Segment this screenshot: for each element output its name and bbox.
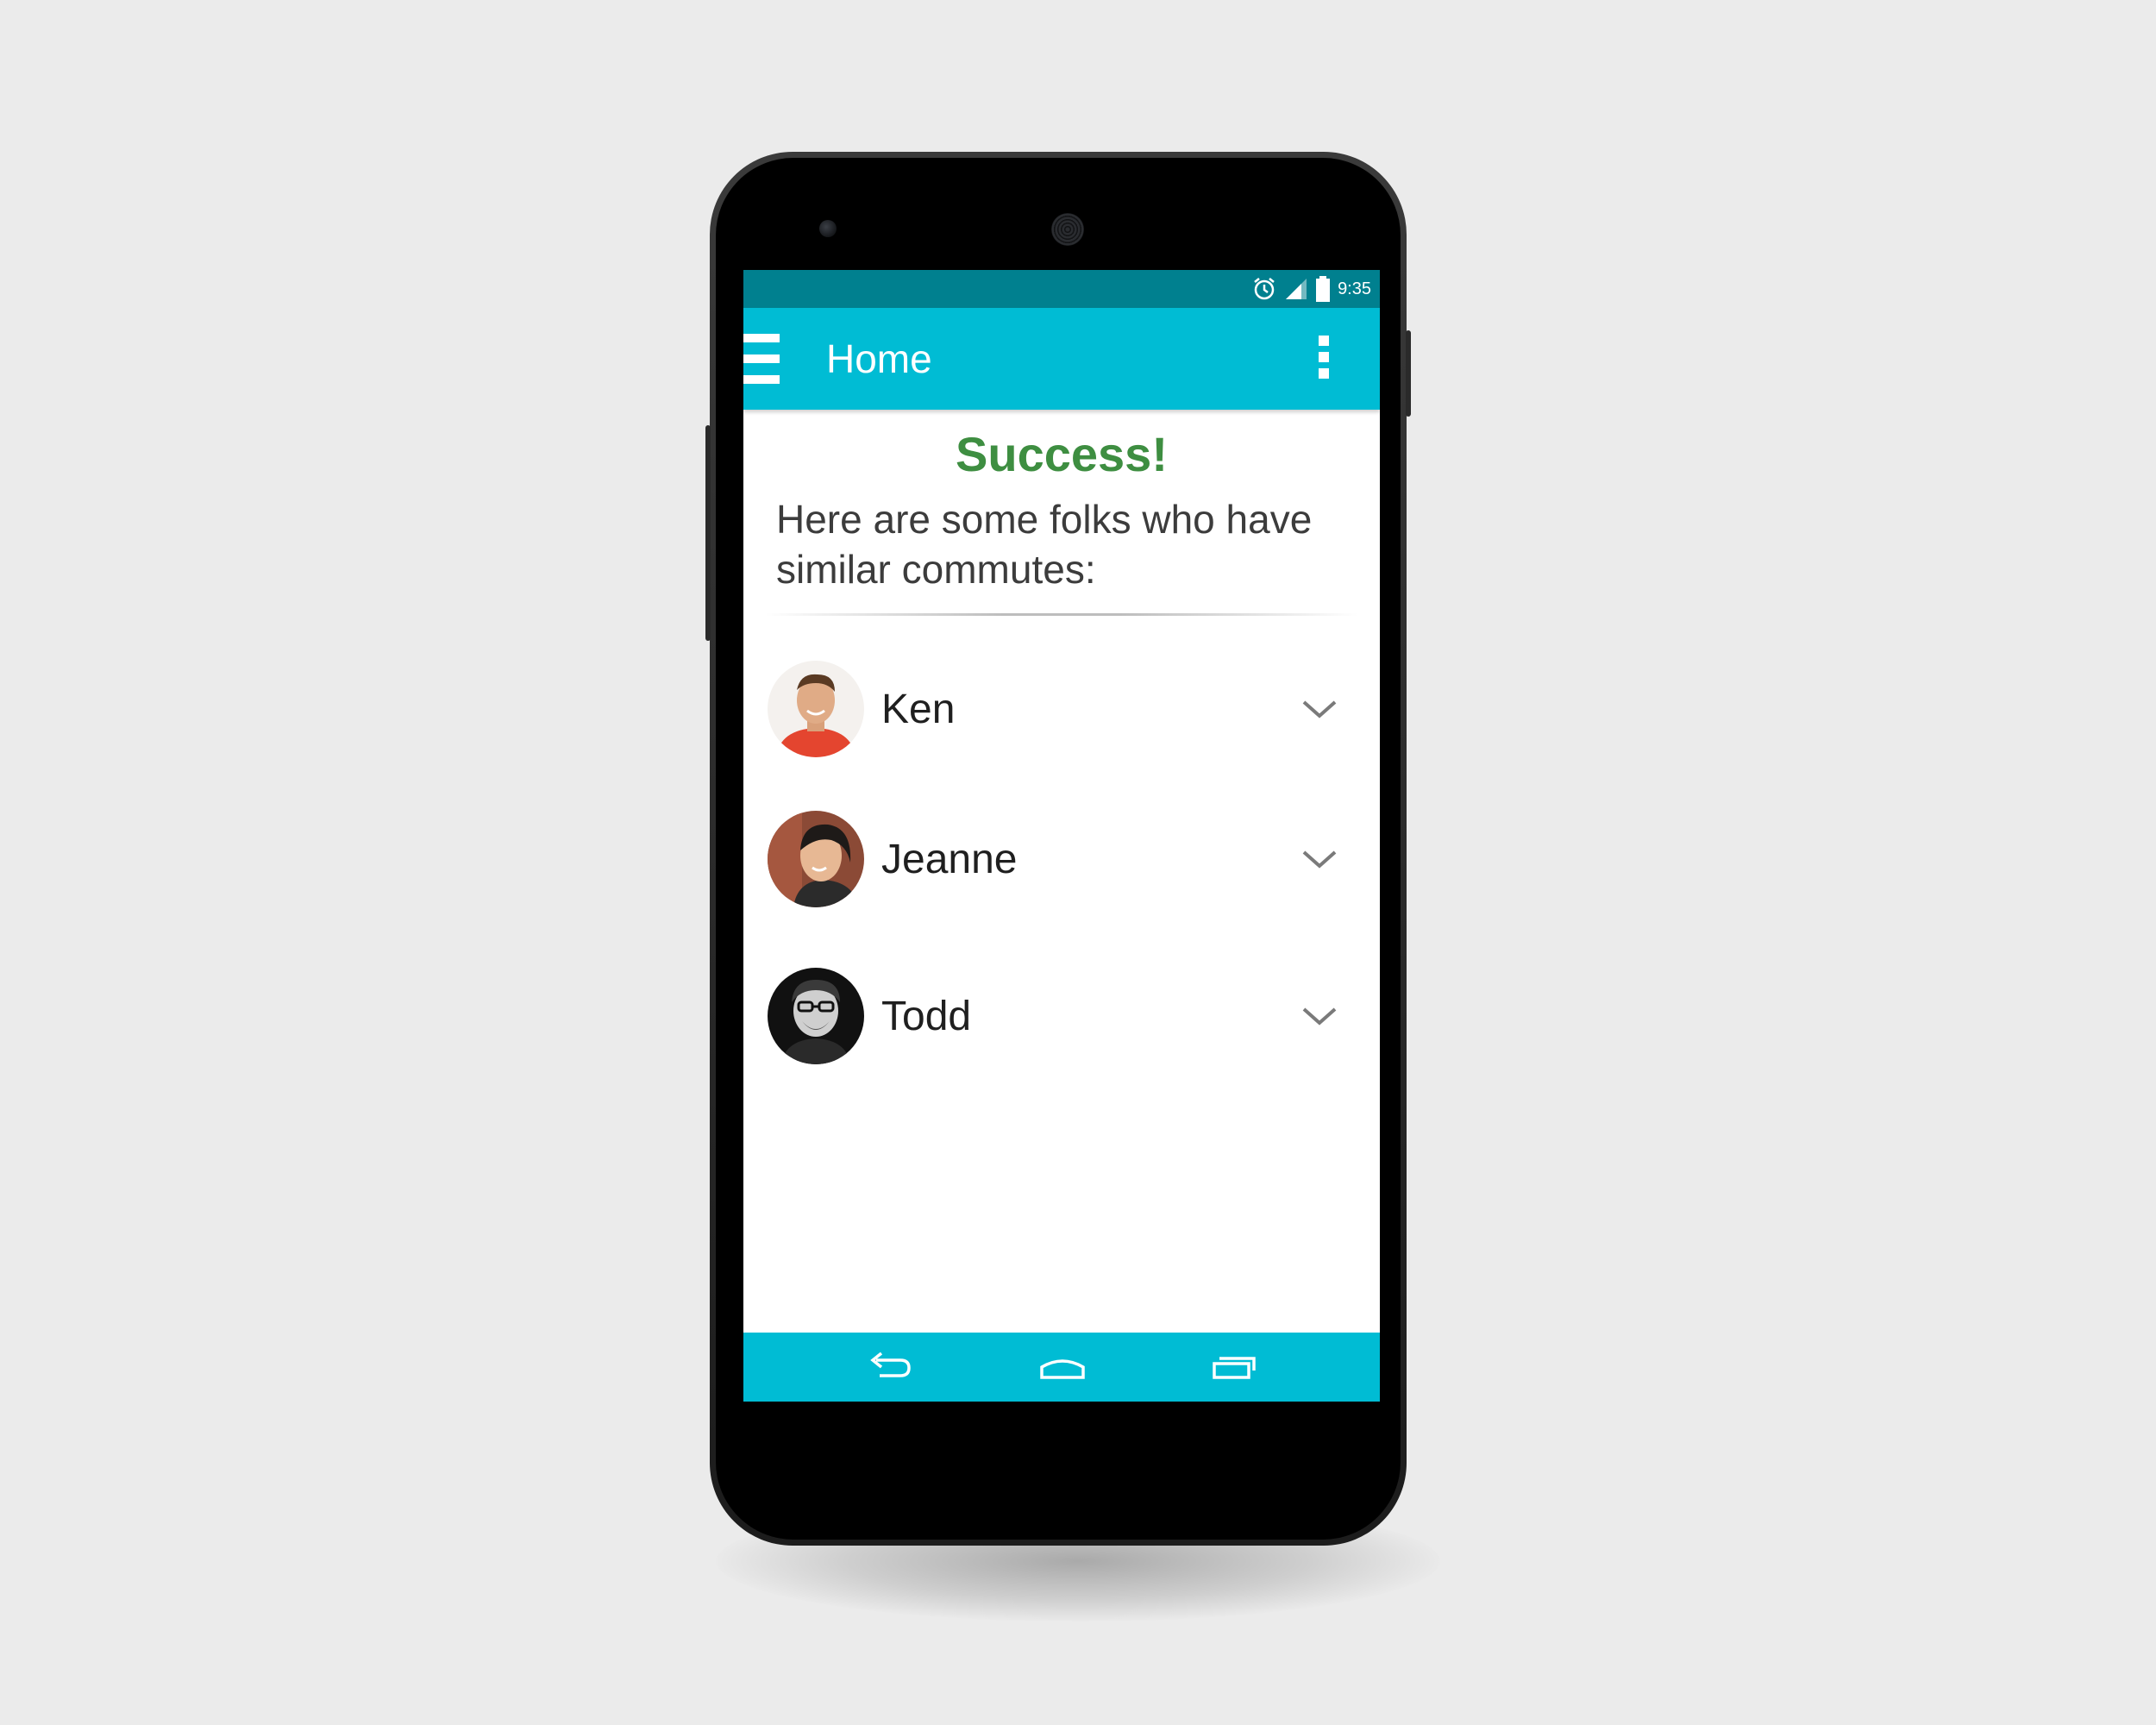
volume-button [705,425,711,641]
earpiece-speaker [1051,213,1084,246]
page-title: Home [826,336,932,381]
avatar-jeanne [768,811,864,907]
mockup-stage: 9:35 Home Success! Here are some folks w… [0,0,2156,1725]
signal-icon [1284,277,1308,301]
battery-icon [1315,276,1331,302]
person-name: Ken [881,686,956,732]
person-name: Todd [881,993,972,1039]
success-heading: Success! [956,427,1168,481]
chevron-down-icon[interactable] [1300,1004,1338,1028]
divider [766,613,1357,616]
power-button [1406,330,1411,417]
avatar-ken [768,661,864,757]
list-item-ken[interactable]: Ken [768,660,1363,758]
main-content: Success! Here are some folks who have si… [743,427,1380,616]
list-item-todd[interactable]: Todd [768,967,1363,1065]
more-vert-icon[interactable] [1318,336,1330,379]
status-time: 9:35 [1338,279,1371,298]
chevron-down-icon[interactable] [1300,697,1338,721]
chevron-down-icon[interactable] [1300,847,1338,871]
intro-text: Here are some folks who have similar com… [776,497,1313,592]
person-name: Jeanne [881,836,1018,882]
back-icon[interactable] [864,1350,916,1384]
alarm-icon [1251,276,1277,302]
system-nav-bar [743,1333,1380,1402]
front-camera [819,220,837,237]
recents-icon[interactable] [1207,1350,1259,1384]
status-bar: 9:35 [743,270,1380,308]
phone-screen: 9:35 Home Success! Here are some folks w… [743,270,1380,1402]
hamburger-icon[interactable] [743,334,780,384]
list-item-jeanne[interactable]: Jeanne [768,810,1363,908]
avatar-todd [768,968,864,1064]
phone-body: 9:35 Home Success! Here are some folks w… [705,158,1411,1540]
phone-device: 9:35 Home Success! Here are some folks w… [705,152,1411,1546]
home-icon[interactable] [1037,1350,1088,1384]
app-bar: Home [743,308,1380,410]
